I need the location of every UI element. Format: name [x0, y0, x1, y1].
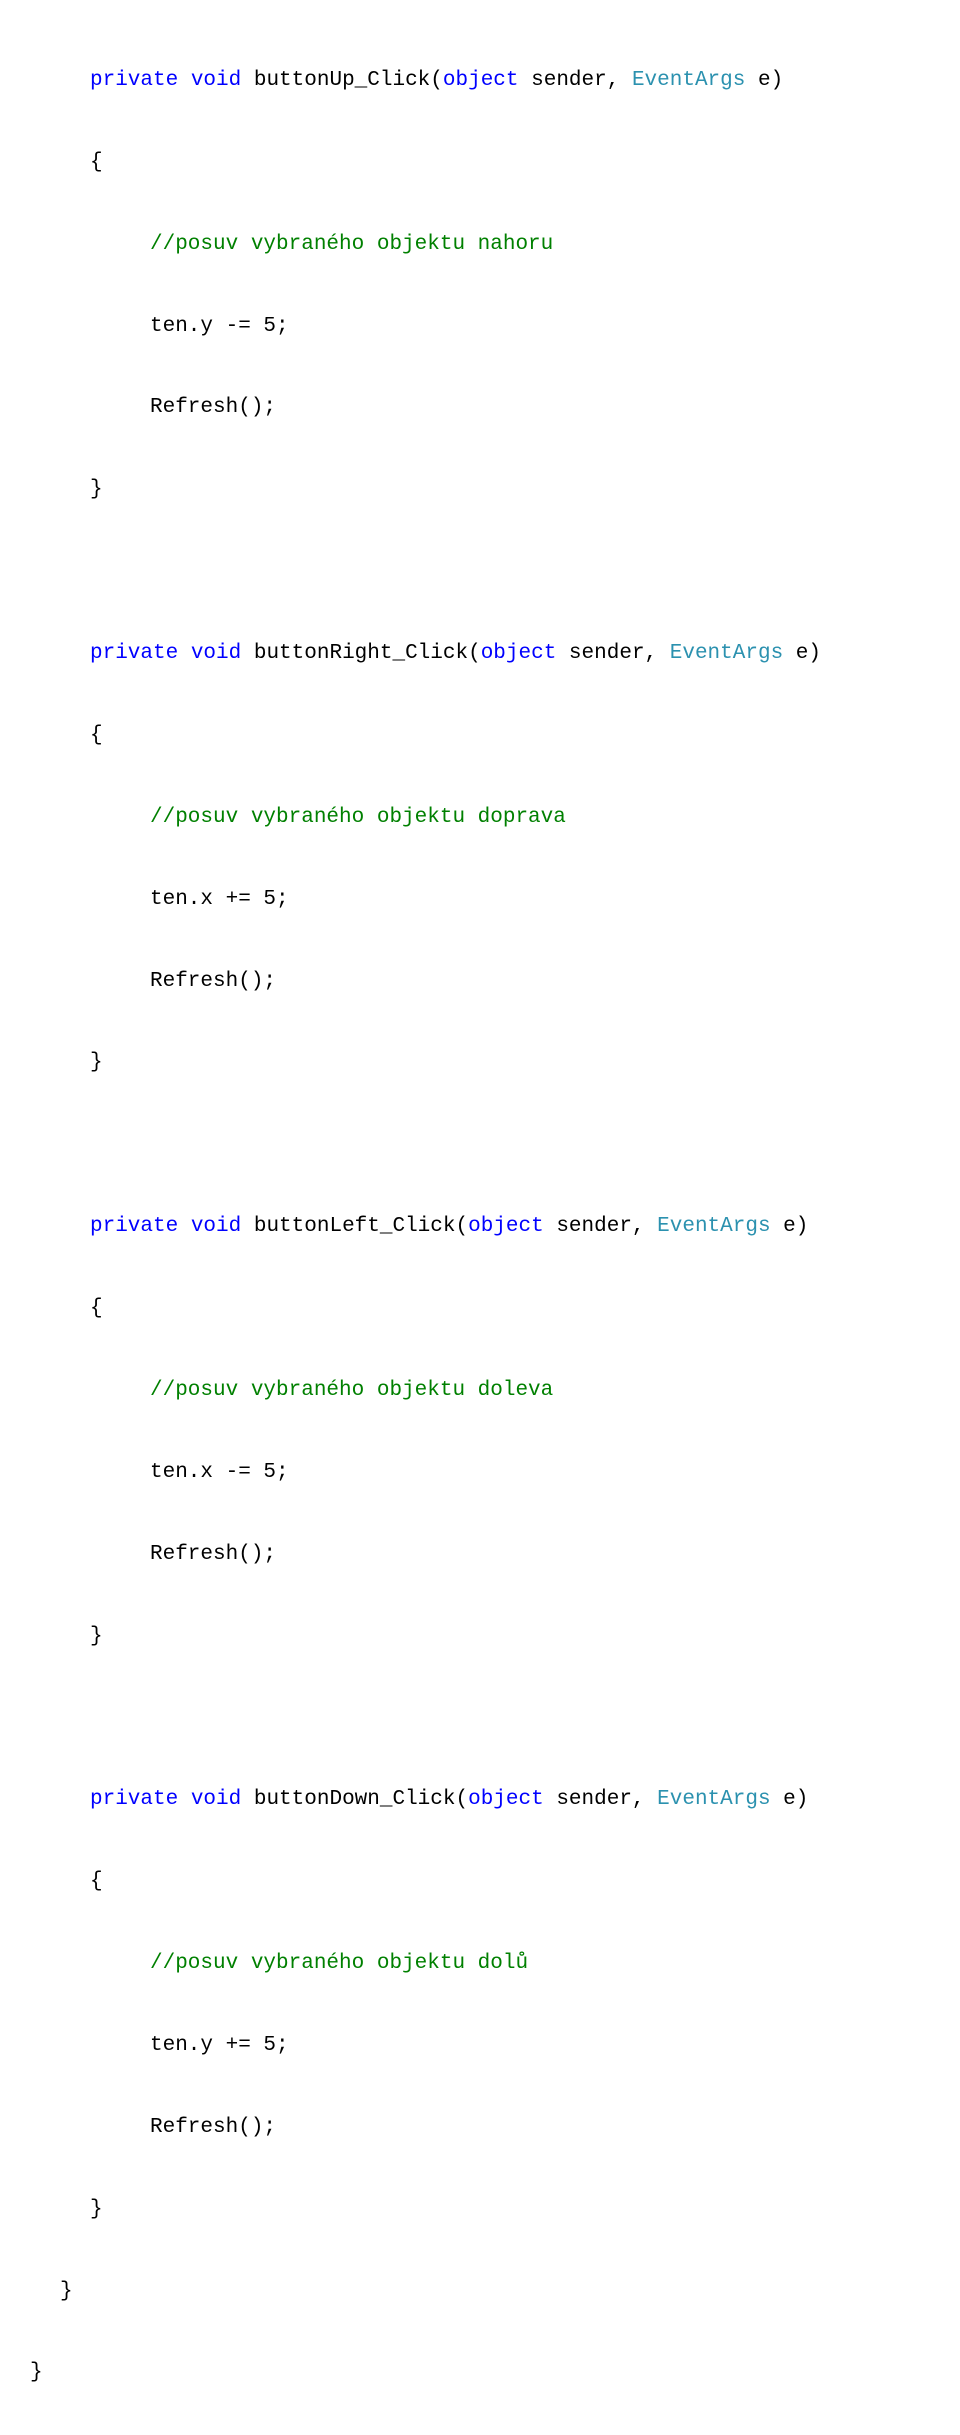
statement: Refresh(); — [150, 388, 960, 429]
signature-mid: sender, — [519, 69, 632, 92]
brace-close: } — [90, 470, 960, 511]
brace-close: } — [90, 1617, 960, 1658]
blank-line — [30, 552, 960, 593]
brace-open: { — [90, 716, 960, 757]
type-eventargs: EventArgs — [632, 69, 745, 92]
statement: Refresh(); — [150, 2108, 960, 2149]
comment-line: //posuv vybraného objektu doprava — [150, 798, 960, 839]
keyword-private: private — [90, 1215, 178, 1238]
keyword-object: object — [481, 642, 557, 665]
signature-tail: e) — [783, 642, 821, 665]
keyword-void: void — [191, 1215, 241, 1238]
blank-line — [30, 1698, 960, 1739]
signature-mid: sender, — [544, 1215, 657, 1238]
signature-tail: e) — [771, 1788, 809, 1811]
method-name: buttonUp_Click( — [241, 69, 443, 92]
blank-line — [30, 1125, 960, 1166]
statement: Refresh(); — [150, 962, 960, 1003]
statement: Refresh(); — [150, 1535, 960, 1576]
brace-close-outer: } — [60, 2272, 960, 2313]
type-eventargs: EventArgs — [657, 1788, 770, 1811]
keyword-void: void — [191, 1788, 241, 1811]
comment-line: //posuv vybraného objektu doleva — [150, 1371, 960, 1412]
statement: ten.y -= 5; — [150, 307, 960, 348]
keyword-object: object — [468, 1788, 544, 1811]
brace-close: } — [90, 2190, 960, 2231]
signature-mid: sender, — [544, 1788, 657, 1811]
method-name: buttonLeft_Click( — [241, 1215, 468, 1238]
signature-tail: e) — [745, 69, 783, 92]
method-signature-right: private void buttonRight_Click(object se… — [90, 634, 960, 675]
method-signature-up: private void buttonUp_Click(object sende… — [90, 61, 960, 102]
keyword-object: object — [468, 1215, 544, 1238]
keyword-void: void — [191, 69, 241, 92]
method-signature-left: private void buttonLeft_Click(object sen… — [90, 1207, 960, 1248]
brace-close: } — [90, 1043, 960, 1084]
comment-line: //posuv vybraného objektu dolů — [150, 1944, 960, 1985]
statement: ten.y += 5; — [150, 2026, 960, 2067]
method-name: buttonDown_Click( — [241, 1788, 468, 1811]
signature-tail: e) — [771, 1215, 809, 1238]
keyword-private: private — [90, 642, 178, 665]
type-eventargs: EventArgs — [670, 642, 783, 665]
method-signature-down: private void buttonDown_Click(object sen… — [90, 1780, 960, 1821]
keyword-object: object — [443, 69, 519, 92]
keyword-private: private — [90, 69, 178, 92]
statement: ten.x += 5; — [150, 880, 960, 921]
type-eventargs: EventArgs — [657, 1215, 770, 1238]
brace-open: { — [90, 143, 960, 184]
brace-open: { — [90, 1289, 960, 1330]
brace-open: { — [90, 1862, 960, 1903]
brace-close-outermost: } — [30, 2353, 960, 2394]
code-block: private void buttonUp_Click(object sende… — [0, 0, 960, 2435]
signature-mid: sender, — [556, 642, 669, 665]
comment-line: //posuv vybraného objektu nahoru — [150, 225, 960, 266]
keyword-private: private — [90, 1788, 178, 1811]
keyword-void: void — [191, 642, 241, 665]
statement: ten.x -= 5; — [150, 1453, 960, 1494]
method-name: buttonRight_Click( — [241, 642, 480, 665]
